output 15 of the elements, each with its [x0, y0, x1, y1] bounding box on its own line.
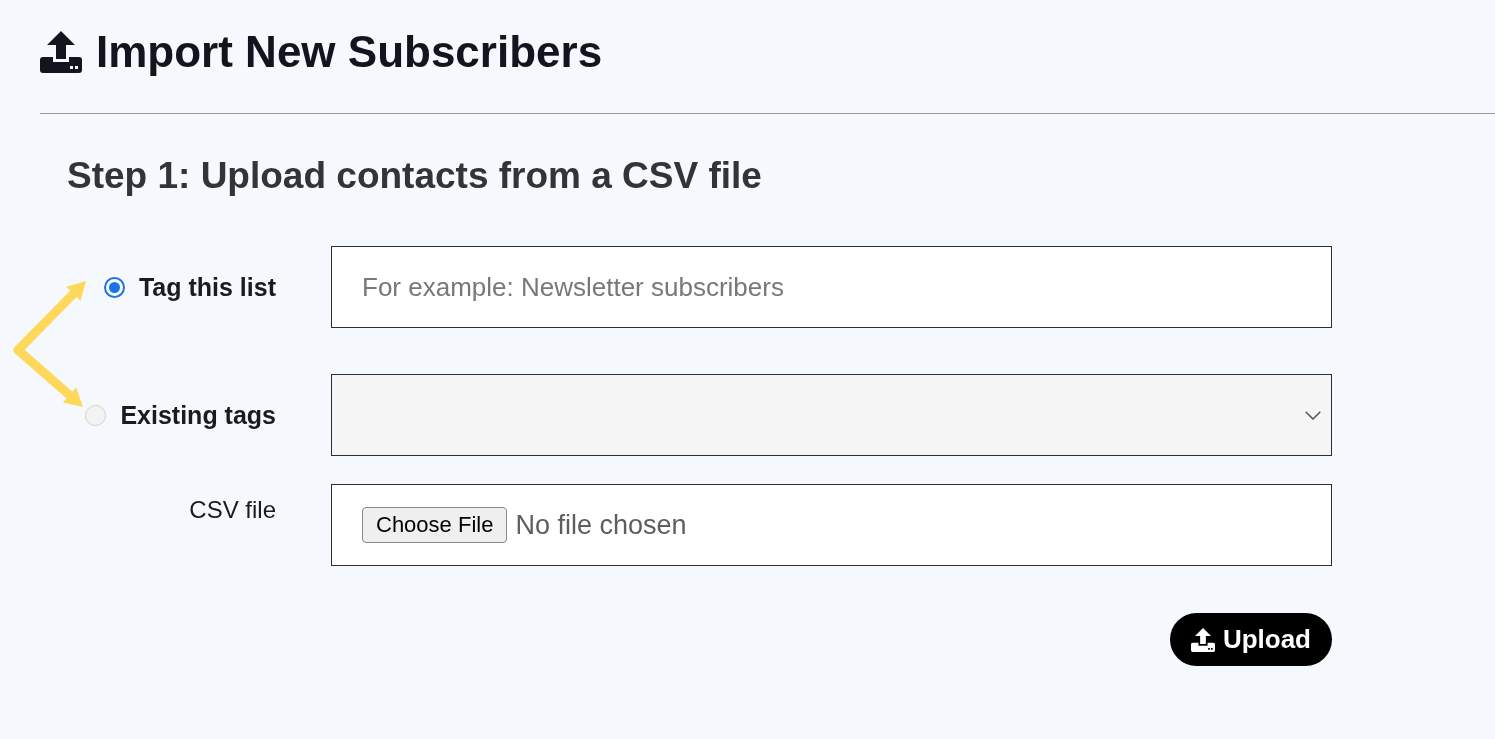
upload-button[interactable]: Upload [1169, 613, 1332, 666]
page-title: Import New Subscribers [96, 26, 603, 78]
field-label: Existing tags [120, 400, 276, 430]
radio-button[interactable] [103, 276, 125, 298]
tag-input[interactable]: For example: Newsletter subscribers [331, 246, 1332, 328]
field-label: CSV file [189, 496, 276, 524]
chevron-down-icon [1305, 410, 1321, 420]
arrow [13, 345, 83, 407]
file-status-text: No file chosen [515, 509, 687, 541]
field-label: Tag this list [138, 272, 276, 302]
tags-select[interactable] [331, 374, 1332, 456]
choose-file-button[interactable]: Choose File [362, 507, 508, 543]
upload-icon [40, 31, 82, 73]
step-heading: Step 1: Upload contacts from a CSV file [67, 154, 762, 198]
upload-icon [1190, 627, 1215, 652]
